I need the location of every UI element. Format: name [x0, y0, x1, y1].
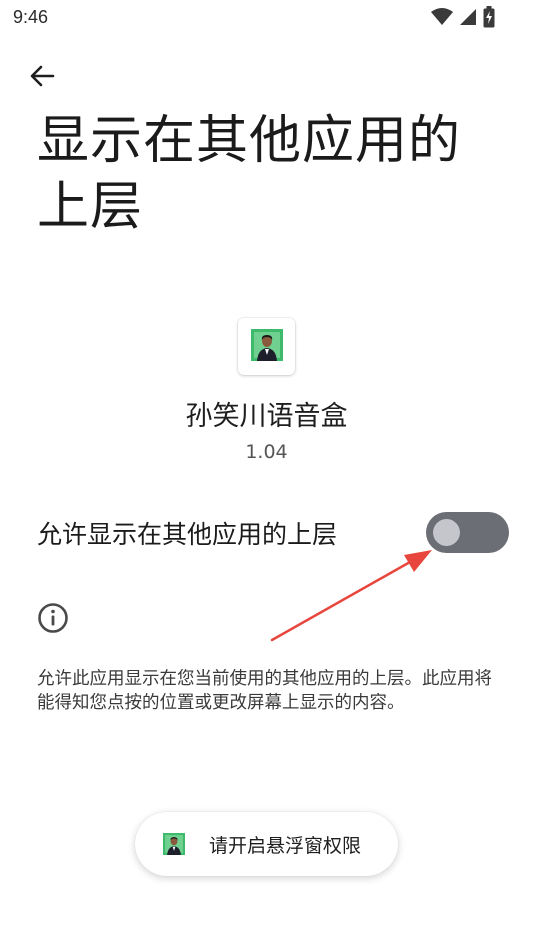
wifi-icon — [431, 7, 453, 31]
permission-description: 允许此应用显示在您当前使用的其他应用的上层。此应用将能得知您点按的位置或更改屏幕… — [37, 669, 492, 713]
arrow-left-icon — [28, 62, 56, 94]
status-icons — [431, 6, 495, 32]
signal-icon — [459, 7, 477, 31]
app-name: 孙笑川语音盒 — [185, 401, 348, 432]
app-portrait-icon — [250, 328, 283, 365]
info-icon — [37, 602, 69, 634]
app-portrait-icon — [163, 833, 185, 855]
overlay-permission-toggle[interactable] — [426, 512, 509, 553]
overlay-permission-setting[interactable]: 允许显示在其他应用的上层 — [0, 500, 533, 566]
battery-charging-icon — [483, 6, 495, 32]
enable-overlay-permission-label: 请开启悬浮窗权限 — [209, 835, 362, 857]
app-icon — [238, 318, 295, 375]
app-version: 1.04 — [245, 441, 288, 463]
page-title: 显示在其他应用的上层 — [37, 111, 462, 237]
status-bar: 9:46 — [0, 0, 533, 36]
enable-overlay-permission-button[interactable]: 请开启悬浮窗权限 — [135, 812, 398, 876]
status-time: 9:46 — [13, 7, 49, 27]
back-button[interactable] — [22, 58, 62, 98]
setting-label: 允许显示在其他应用的上层 — [37, 520, 338, 549]
toggle-thumb — [433, 519, 460, 546]
